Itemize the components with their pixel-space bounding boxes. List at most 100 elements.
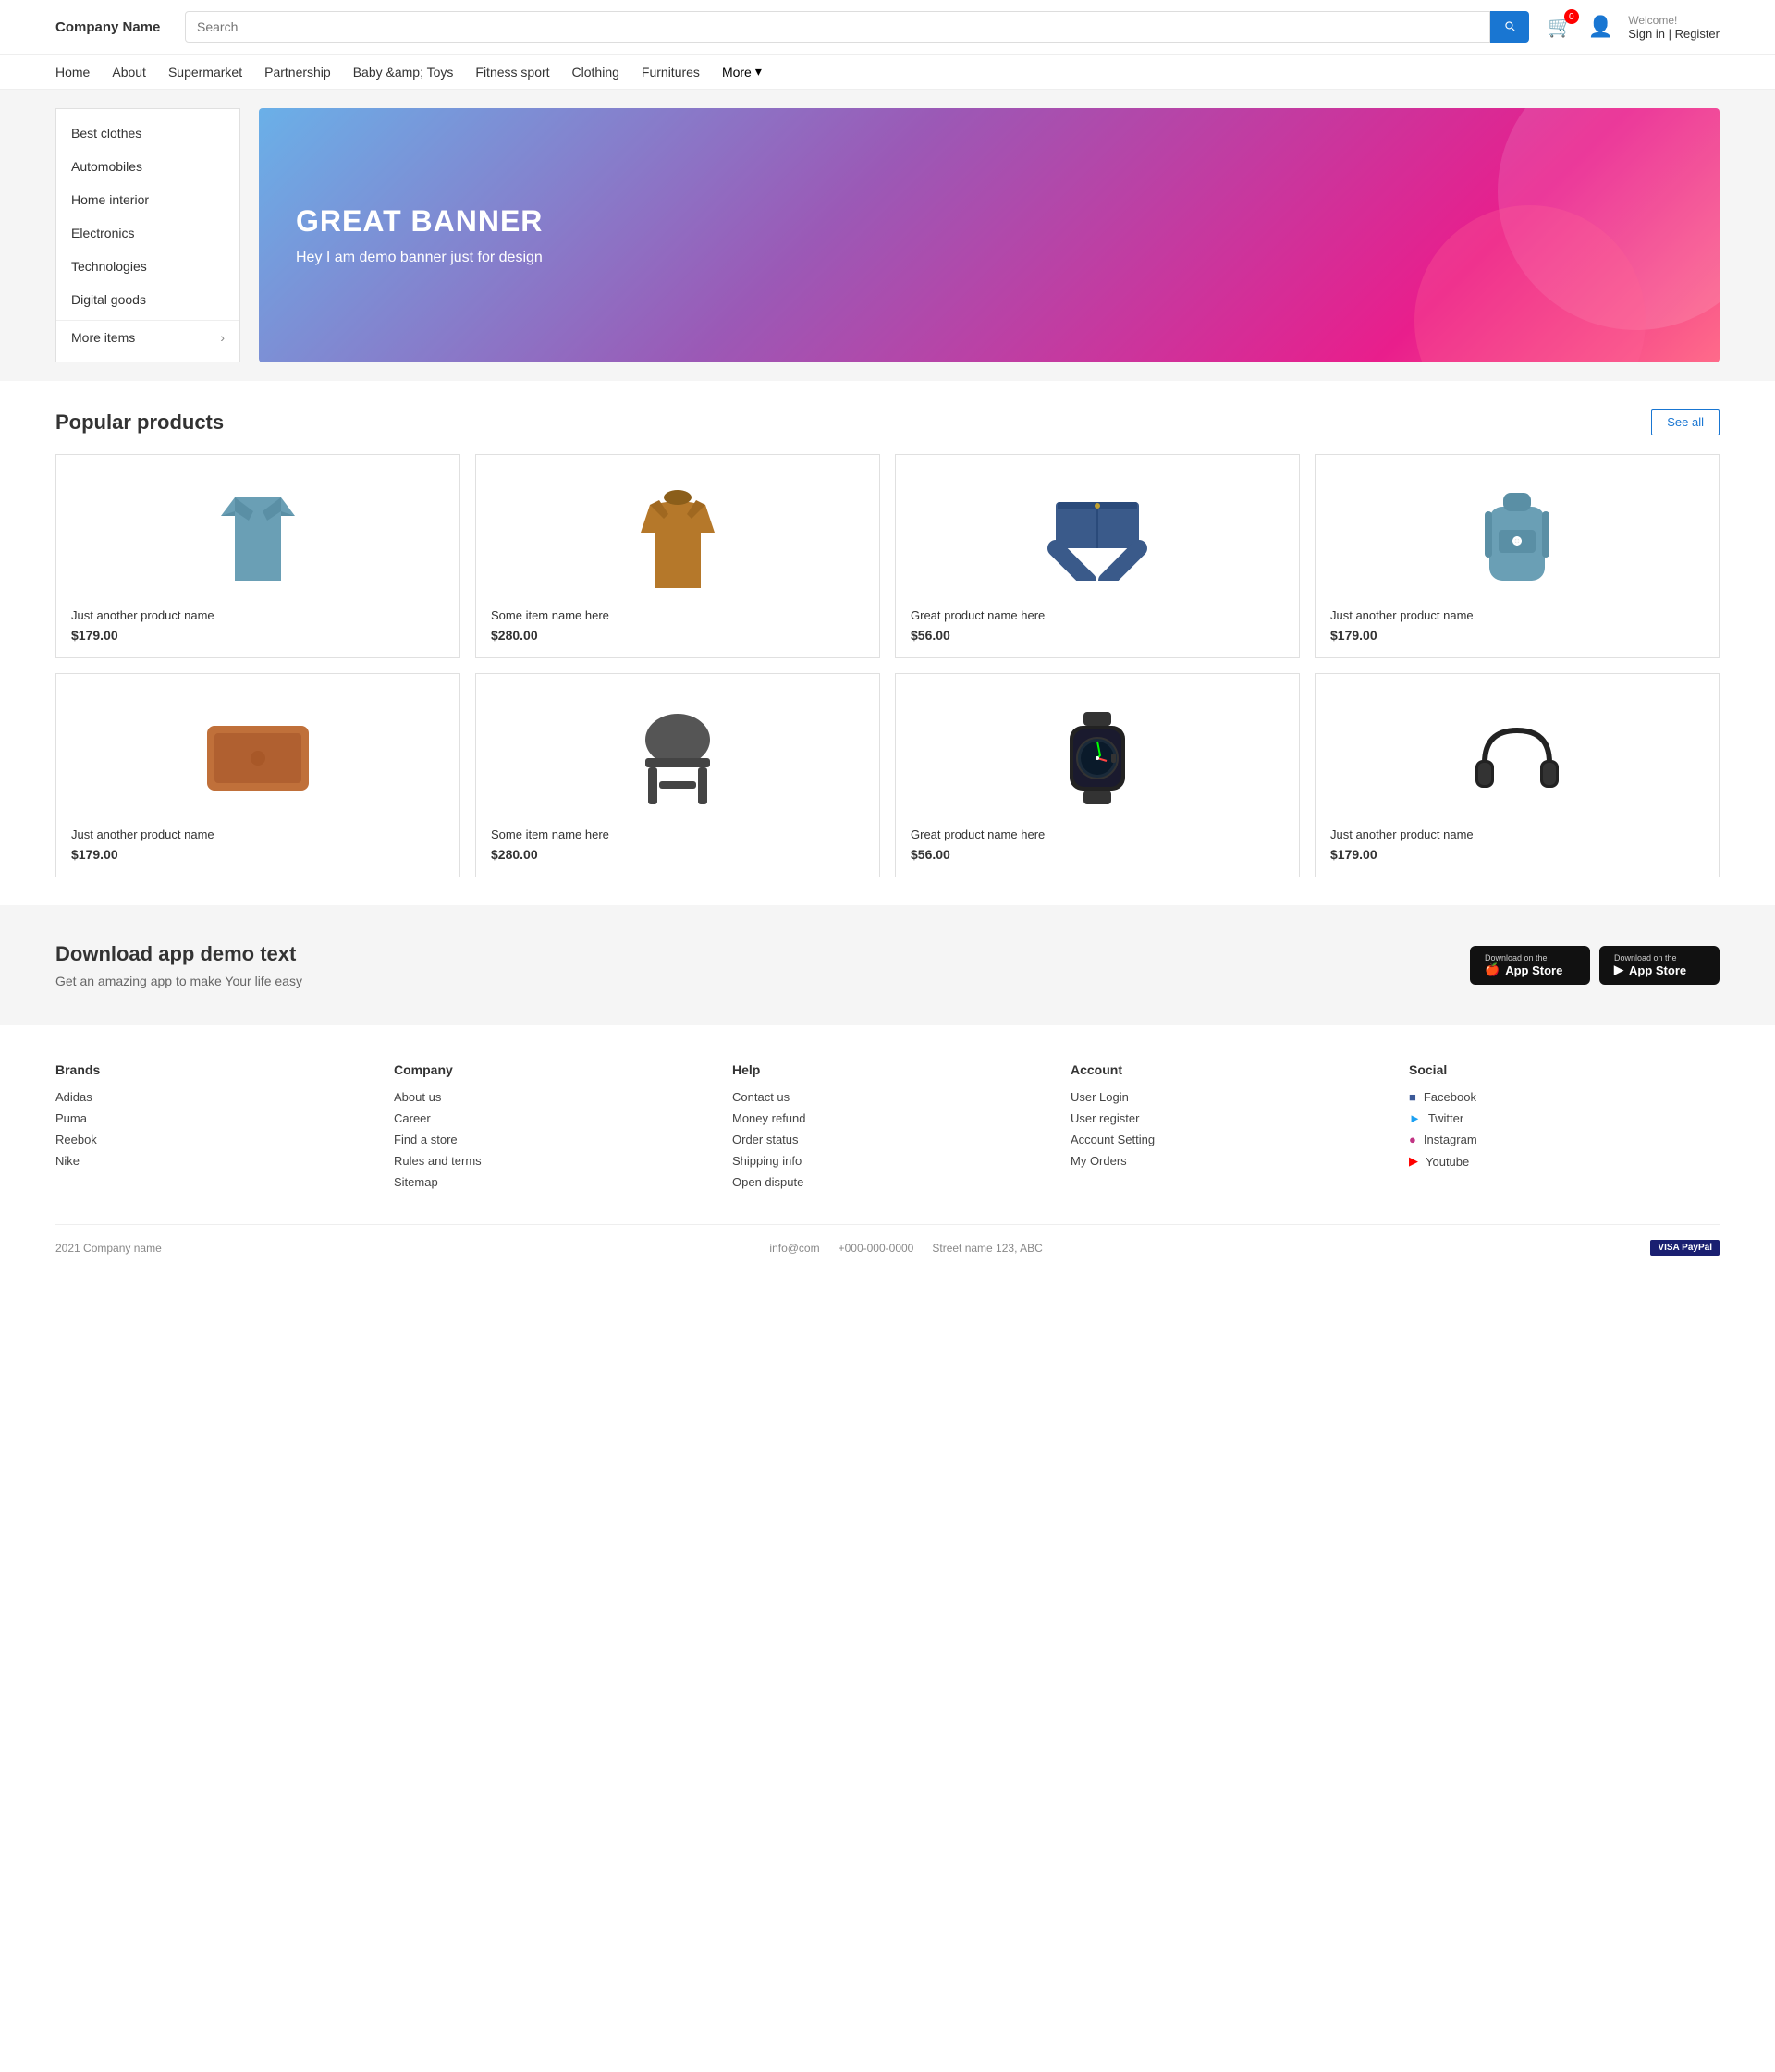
contact-info: info@com +000-000-0000 Street name 123, … [769, 1242, 1042, 1255]
sidebar-item-automobiles[interactable]: Automobiles [56, 150, 239, 183]
download-subtitle: Get an amazing app to make Your life eas… [55, 974, 302, 988]
help-refund[interactable]: Money refund [732, 1111, 1043, 1125]
nav-about[interactable]: About [112, 65, 146, 80]
nav-more-button[interactable]: More ▾ [722, 64, 762, 80]
sidebar-item-best-clothes[interactable]: Best clothes [56, 116, 239, 150]
jacket-icon [631, 486, 724, 593]
help-order-status[interactable]: Order status [732, 1133, 1043, 1146]
social-twitter[interactable]: ► Twitter [1409, 1111, 1720, 1125]
account-settings[interactable]: Account Setting [1071, 1133, 1381, 1146]
account-login[interactable]: User Login [1071, 1090, 1381, 1104]
sidebar-item-digital-goods[interactable]: Digital goods [56, 283, 239, 316]
product-image [911, 689, 1284, 828]
nav-home[interactable]: Home [55, 65, 90, 80]
jeans-icon [1047, 497, 1148, 581]
footer-account: Account User Login User register Account… [1071, 1062, 1381, 1196]
help-shipping[interactable]: Shipping info [732, 1154, 1043, 1168]
social-youtube[interactable]: ▶ Youtube [1409, 1154, 1720, 1169]
play-store-button[interactable]: Download on the ▶ App Store [1599, 946, 1720, 985]
social-instagram[interactable]: ● Instagram [1409, 1133, 1720, 1146]
download-text: Download app demo text Get an amazing ap… [55, 942, 302, 988]
brand-puma[interactable]: Puma [55, 1111, 366, 1125]
account-title: Account [1071, 1062, 1381, 1077]
header: Company Name 🛒 0 👤 Welcome! Sign in | Re… [0, 0, 1775, 55]
product-name: Some item name here [491, 828, 864, 841]
nav-supermarket[interactable]: Supermarket [168, 65, 242, 80]
user-area: 🛒 0 👤 Welcome! Sign in | Register [1548, 14, 1720, 41]
nav-baby-toys[interactable]: Baby &amp; Toys [353, 65, 454, 80]
sign-in-link[interactable]: Sign in | Register [1628, 27, 1720, 41]
footer-phone: +000-000-0000 [839, 1242, 914, 1255]
product-card[interactable]: Great product name here $56.00 [895, 454, 1300, 658]
product-name: Some item name here [491, 608, 864, 622]
main-content: Best clothes Automobiles Home interior E… [0, 90, 1775, 381]
products-grid: Just another product name $179.00 Some i… [55, 454, 1720, 877]
social-facebook[interactable]: ■ Facebook [1409, 1090, 1720, 1104]
main-nav: Home About Supermarket Partnership Baby … [0, 55, 1775, 90]
brand-adidas[interactable]: Adidas [55, 1090, 366, 1104]
product-card[interactable]: Just another product name $179.00 [1315, 673, 1720, 877]
nav-furnitures[interactable]: Furnitures [642, 65, 700, 80]
sidebar-more-label: More items [71, 330, 135, 345]
nav-clothing[interactable]: Clothing [572, 65, 619, 80]
brand-nike[interactable]: Nike [55, 1154, 366, 1168]
see-all-button[interactable]: See all [1651, 409, 1720, 435]
help-contact[interactable]: Contact us [732, 1090, 1043, 1104]
company-sitemap[interactable]: Sitemap [394, 1175, 704, 1189]
product-image [71, 470, 445, 608]
footer-social: Social ■ Facebook ► Twitter ● Instagram … [1409, 1062, 1720, 1196]
brand-reebok[interactable]: Reebok [55, 1133, 366, 1146]
social-title: Social [1409, 1062, 1720, 1077]
account-register[interactable]: User register [1071, 1111, 1381, 1125]
company-career[interactable]: Career [394, 1111, 704, 1125]
product-name: Great product name here [911, 828, 1284, 841]
backpack-icon [1475, 488, 1559, 590]
sidebar-item-electronics[interactable]: Electronics [56, 216, 239, 250]
help-dispute[interactable]: Open dispute [732, 1175, 1043, 1189]
product-name: Just another product name [1330, 828, 1704, 841]
product-card[interactable]: Just another product name $179.00 [55, 673, 460, 877]
product-price: $56.00 [911, 628, 1284, 643]
product-price: $56.00 [911, 847, 1284, 862]
product-card[interactable]: Some item name here $280.00 [475, 673, 880, 877]
nav-fitness[interactable]: Fitness sport [475, 65, 549, 80]
chevron-right-icon: › [220, 330, 225, 345]
search-input[interactable] [185, 11, 1490, 43]
sidebar-item-home-interior[interactable]: Home interior [56, 183, 239, 216]
watch-icon [1056, 707, 1139, 809]
sidebar-item-technologies[interactable]: Technologies [56, 250, 239, 283]
banner-title: GREAT BANNER [296, 204, 1683, 239]
company-about[interactable]: About us [394, 1090, 704, 1104]
product-card[interactable]: Some item name here $280.00 [475, 454, 880, 658]
product-image [71, 689, 445, 828]
play-store-main-label: ▶ App Store [1614, 962, 1686, 977]
cart-badge: 0 [1564, 9, 1579, 24]
footer-help: Help Contact us Money refund Order statu… [732, 1062, 1043, 1196]
product-price: $179.00 [71, 847, 445, 862]
app-store-button[interactable]: Download on the 🍎 App Store [1470, 946, 1590, 985]
nav-partnership[interactable]: Partnership [264, 65, 331, 80]
product-name: Just another product name [1330, 608, 1704, 622]
payment-icons: VISA PayPal [1650, 1240, 1720, 1256]
welcome-text: Welcome! [1628, 14, 1720, 27]
product-image [1330, 470, 1704, 608]
product-name: Just another product name [71, 608, 445, 622]
product-price: $179.00 [71, 628, 445, 643]
account-orders[interactable]: My Orders [1071, 1154, 1381, 1168]
chevron-down-icon: ▾ [755, 64, 762, 80]
company-rules[interactable]: Rules and terms [394, 1154, 704, 1168]
products-section: Popular products See all Just another pr… [0, 381, 1775, 905]
headphones-icon [1466, 712, 1568, 804]
product-price: $280.00 [491, 628, 864, 643]
download-buttons: Download on the 🍎 App Store Download on … [1470, 946, 1720, 985]
search-button[interactable] [1490, 11, 1529, 43]
product-card[interactable]: Just another product name $179.00 [1315, 454, 1720, 658]
apple-icon: 🍎 [1485, 962, 1500, 977]
product-card[interactable]: Just another product name $179.00 [55, 454, 460, 658]
cart-button[interactable]: 🛒 0 [1548, 15, 1573, 39]
product-card[interactable]: Great product name here $56.00 [895, 673, 1300, 877]
product-image [491, 689, 864, 828]
facebook-icon: ■ [1409, 1090, 1416, 1104]
sidebar-more-items[interactable]: More items › [56, 320, 239, 354]
company-find-store[interactable]: Find a store [394, 1133, 704, 1146]
